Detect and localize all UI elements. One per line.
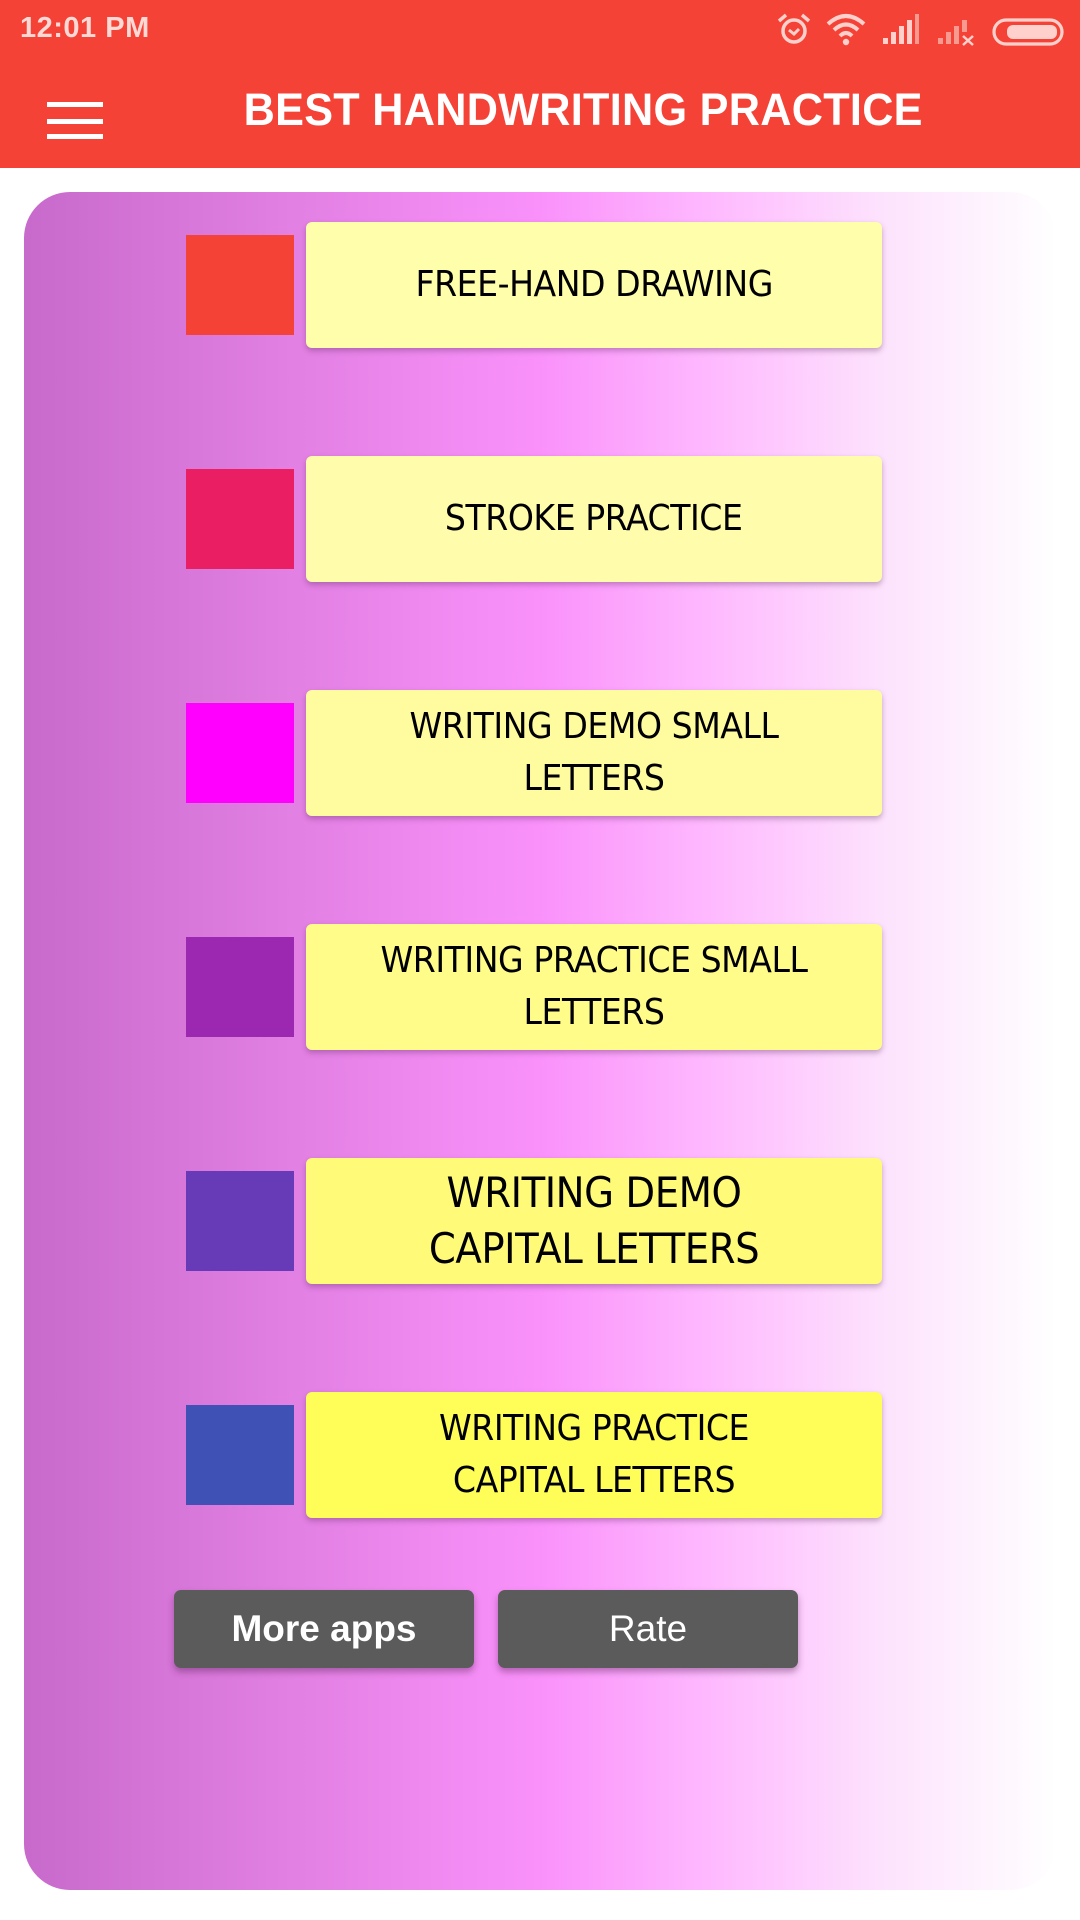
button-label: WRITING PRACTICE SMALL LETTERS xyxy=(380,940,808,1033)
button-label: WRITING DEMO SMALL LETTERS xyxy=(409,706,779,799)
more-apps-button[interactable]: More apps xyxy=(174,1590,474,1668)
color-swatch xyxy=(186,1405,294,1505)
button-label: STROKE PRACTICE xyxy=(445,498,743,539)
app-title: BEST HANDWRITING PRACTICE xyxy=(243,84,923,135)
signal-icon xyxy=(883,14,919,44)
writing-practice-capital-letters-button[interactable]: WRITING PRACTICE CAPITAL LETTERS xyxy=(306,1392,882,1518)
battery-icon xyxy=(992,18,1064,46)
status-time: 12:01 PM xyxy=(20,12,150,44)
menu-row-writing-practice-small: WRITING PRACTICE SMALL LETTERS xyxy=(186,924,882,1050)
stroke-practice-button[interactable]: STROKE PRACTICE xyxy=(306,456,882,582)
button-label: WRITING PRACTICE CAPITAL LETTERS xyxy=(438,1408,750,1501)
color-swatch xyxy=(186,703,294,803)
writing-demo-small-letters-button[interactable]: WRITING DEMO SMALL LETTERS xyxy=(306,690,882,816)
button-label: FREE-HAND DRAWING xyxy=(415,264,773,305)
menu-row-writing-demo-small: WRITING DEMO SMALL LETTERS xyxy=(186,690,882,816)
wifi-icon xyxy=(826,14,866,46)
color-swatch xyxy=(186,469,294,569)
color-swatch xyxy=(186,235,294,335)
status-icons xyxy=(776,12,1066,48)
signal-no-sim-icon xyxy=(938,20,974,46)
menu-row-free-hand-drawing: FREE-HAND DRAWING xyxy=(186,222,882,348)
color-swatch xyxy=(186,1171,294,1271)
app-bar: 12:01 PM BEST HANDWRITING PRACTICE xyxy=(0,0,1080,168)
menu-row-writing-practice-capital: WRITING PRACTICE CAPITAL LETTERS xyxy=(186,1392,882,1518)
writing-practice-small-letters-button[interactable]: WRITING PRACTICE SMALL LETTERS xyxy=(306,924,882,1050)
color-swatch xyxy=(186,937,294,1037)
menu-row-stroke-practice: STROKE PRACTICE xyxy=(186,456,882,582)
rate-button[interactable]: Rate xyxy=(498,1590,798,1668)
button-label: WRITING DEMO CAPITAL LETTERS xyxy=(428,1168,760,1273)
alarm-icon xyxy=(777,13,811,44)
writing-demo-capital-letters-button[interactable]: WRITING DEMO CAPITAL LETTERS xyxy=(306,1158,882,1284)
free-hand-drawing-button[interactable]: FREE-HAND DRAWING xyxy=(306,222,882,348)
menu-row-writing-demo-capital: WRITING DEMO CAPITAL LETTERS xyxy=(186,1158,882,1284)
